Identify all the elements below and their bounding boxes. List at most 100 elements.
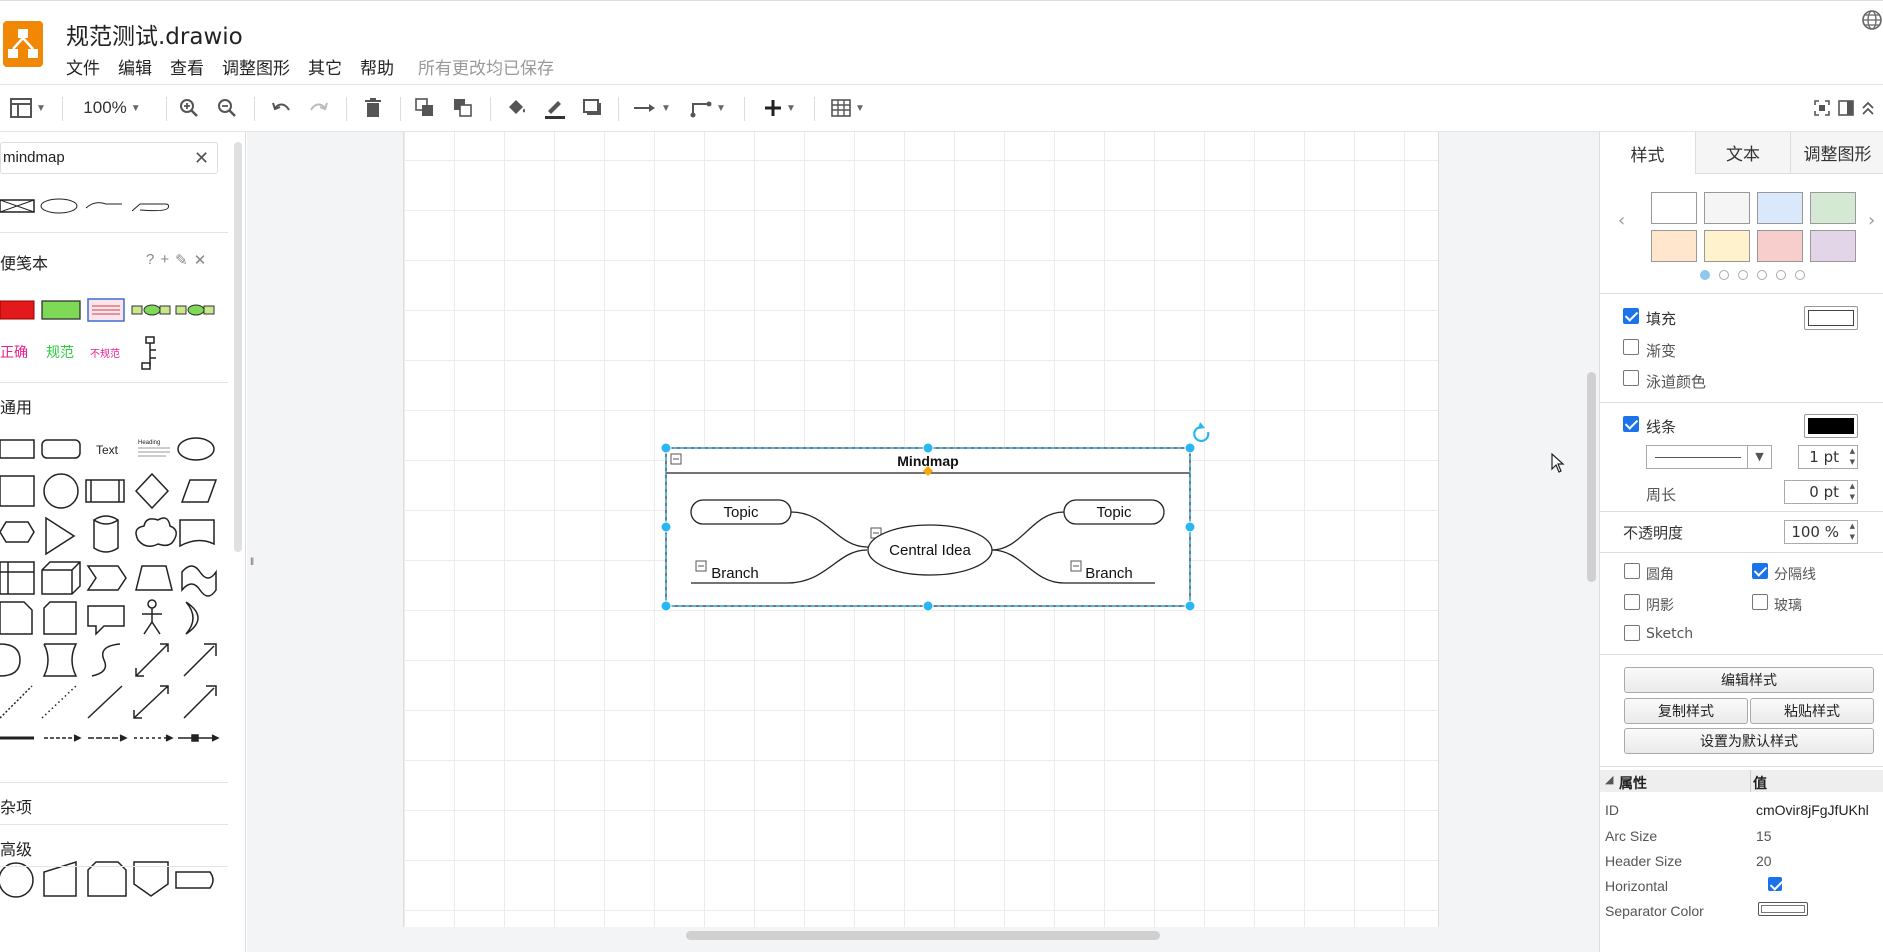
topic-right-label[interactable]: Topic: [1096, 504, 1132, 521]
tab-style[interactable]: 样式: [1600, 132, 1695, 174]
swatch-page-dot[interactable]: [1738, 270, 1748, 280]
shadow-checkbox[interactable]: [1624, 594, 1640, 610]
tab-arrange[interactable]: 调整图形: [1790, 132, 1883, 174]
sketch-checkbox[interactable]: [1624, 625, 1640, 641]
edit-style-button[interactable]: 编辑样式: [1624, 667, 1874, 693]
delete-button[interactable]: [360, 95, 386, 121]
style-swatch-7[interactable]: [1757, 230, 1803, 262]
scratchpad-label-standard[interactable]: 规范: [46, 342, 74, 362]
line-width-input[interactable]: 1 pt: [1798, 445, 1858, 469]
scratchpad-label-nonstandard[interactable]: 不规范: [90, 345, 120, 360]
swatch-page-dot[interactable]: [1719, 270, 1729, 280]
misc-section-title[interactable]: 杂项: [0, 794, 32, 818]
scratchpad-label-correct[interactable]: 正确: [0, 342, 28, 362]
tab-text[interactable]: 文本: [1695, 132, 1790, 174]
collapse-header-button[interactable]: [1858, 95, 1878, 121]
menu-help[interactable]: 帮助: [360, 54, 404, 79]
line-color-picker[interactable]: [1804, 414, 1858, 438]
property-value[interactable]: 15: [1756, 828, 1772, 844]
close-icon[interactable]: ✕: [194, 251, 207, 269]
menu-view[interactable]: 查看: [170, 54, 214, 79]
separator-color-picker[interactable]: [1758, 902, 1808, 916]
copy-style-button[interactable]: 复制样式: [1624, 698, 1748, 724]
fill-checkbox[interactable]: [1623, 308, 1639, 324]
scratchpad-title[interactable]: 便笺本: [0, 250, 48, 274]
mindmap-search-results[interactable]: [0, 196, 180, 216]
format-panel-toggle[interactable]: [1836, 95, 1856, 121]
shape-search-input[interactable]: mindmap: [0, 142, 218, 174]
general-shapes-palette[interactable]: Text Heading: [0, 432, 220, 902]
perimeter-input[interactable]: 0 pt: [1784, 480, 1858, 504]
tree-shape-icon[interactable]: [140, 336, 162, 370]
fill-color-picker[interactable]: [1804, 306, 1858, 330]
branch-right-label[interactable]: Branch: [1085, 565, 1133, 582]
zoom-dropdown[interactable]: 100% ▼: [74, 95, 150, 121]
swatch-page-dot[interactable]: [1795, 270, 1805, 280]
undo-button[interactable]: [268, 95, 294, 121]
diagram-canvas[interactable]: ‖ Mindmap Topic Topic Central Idea Branc…: [247, 132, 1599, 952]
menu-edit[interactable]: 编辑: [118, 54, 162, 79]
document-title[interactable]: 规范测试.drawio: [66, 17, 243, 51]
swatch-page-dot[interactable]: [1757, 270, 1767, 280]
prev-swatch-icon[interactable]: ‹: [1618, 210, 1625, 231]
set-default-style-button[interactable]: 设置为默认样式: [1624, 728, 1874, 754]
mindmap-diagram[interactable]: Mindmap Topic Topic Central Idea Branch …: [247, 132, 1599, 932]
zoom-in-button[interactable]: [176, 95, 202, 121]
style-swatch-3[interactable]: [1757, 192, 1803, 224]
redo-button[interactable]: [306, 95, 332, 121]
connection-style-button[interactable]: ▼: [630, 95, 674, 121]
rounded-checkbox[interactable]: [1624, 563, 1640, 579]
property-value[interactable]: cmOvir8jFgJfUKhl: [1756, 802, 1869, 818]
clear-search-icon[interactable]: ✕: [194, 148, 209, 169]
glass-checkbox[interactable]: [1752, 594, 1768, 610]
menu-arrange[interactable]: 调整图形: [222, 54, 300, 79]
view-panels-button[interactable]: ▼: [6, 95, 50, 121]
gradient-checkbox[interactable]: [1623, 339, 1639, 355]
line-checkbox[interactable]: [1623, 416, 1639, 432]
swatch-page-dot[interactable]: [1776, 270, 1786, 280]
line-pattern-select[interactable]: ▼: [1646, 445, 1772, 469]
style-swatch-2[interactable]: [1704, 192, 1750, 224]
menu-extras[interactable]: 其它: [308, 54, 352, 79]
style-swatch-6[interactable]: [1704, 230, 1750, 262]
shadow-button[interactable]: [580, 95, 606, 121]
table-button[interactable]: ▼: [826, 95, 870, 121]
lane-color-checkbox[interactable]: [1623, 370, 1639, 386]
style-swatch-5[interactable]: [1651, 230, 1697, 262]
paste-style-button[interactable]: 粘贴样式: [1750, 698, 1874, 724]
topic-left-label[interactable]: Topic: [723, 504, 759, 521]
help-icon[interactable]: ?: [146, 251, 154, 269]
sidebar-scrollbar[interactable]: [234, 142, 242, 552]
divider-checkbox[interactable]: [1752, 563, 1768, 579]
scratchpad-shapes[interactable]: [0, 298, 220, 322]
save-status[interactable]: 所有更改均已保存: [418, 54, 554, 79]
vertical-scrollbar[interactable]: [1587, 372, 1596, 582]
branch-left-label[interactable]: Branch: [711, 565, 759, 582]
menu-file[interactable]: 文件: [66, 54, 110, 79]
globe-icon[interactable]: [1861, 9, 1883, 31]
property-value[interactable]: 20: [1756, 853, 1772, 869]
horizontal-checkbox[interactable]: [1768, 877, 1782, 891]
advanced-section-title[interactable]: 高级: [0, 836, 32, 860]
container-title[interactable]: Mindmap: [897, 453, 958, 469]
opacity-input[interactable]: 100 %: [1784, 520, 1858, 544]
zoom-out-button[interactable]: [214, 95, 240, 121]
general-section-title[interactable]: 通用: [0, 394, 32, 418]
to-back-button[interactable]: [450, 95, 476, 121]
central-idea-label[interactable]: Central Idea: [889, 542, 971, 559]
collapse-triangle-icon[interactable]: ◢: [1605, 773, 1613, 786]
fill-color-button[interactable]: [504, 95, 530, 121]
heading-shape-label[interactable]: Heading: [138, 440, 160, 446]
horizontal-scrollbar[interactable]: [686, 931, 1160, 940]
add-icon[interactable]: +: [160, 251, 169, 269]
next-swatch-icon[interactable]: ›: [1868, 210, 1875, 231]
style-swatch-1[interactable]: [1651, 192, 1697, 224]
swatch-page-dot[interactable]: [1700, 270, 1710, 280]
fullscreen-button[interactable]: [1812, 95, 1832, 121]
waypoints-button[interactable]: ▼: [686, 95, 730, 121]
line-color-button[interactable]: [542, 95, 568, 121]
to-front-button[interactable]: [412, 95, 438, 121]
insert-button[interactable]: ▼: [758, 95, 802, 121]
edit-icon[interactable]: ✎: [175, 251, 188, 269]
style-swatch-8[interactable]: [1810, 230, 1856, 262]
